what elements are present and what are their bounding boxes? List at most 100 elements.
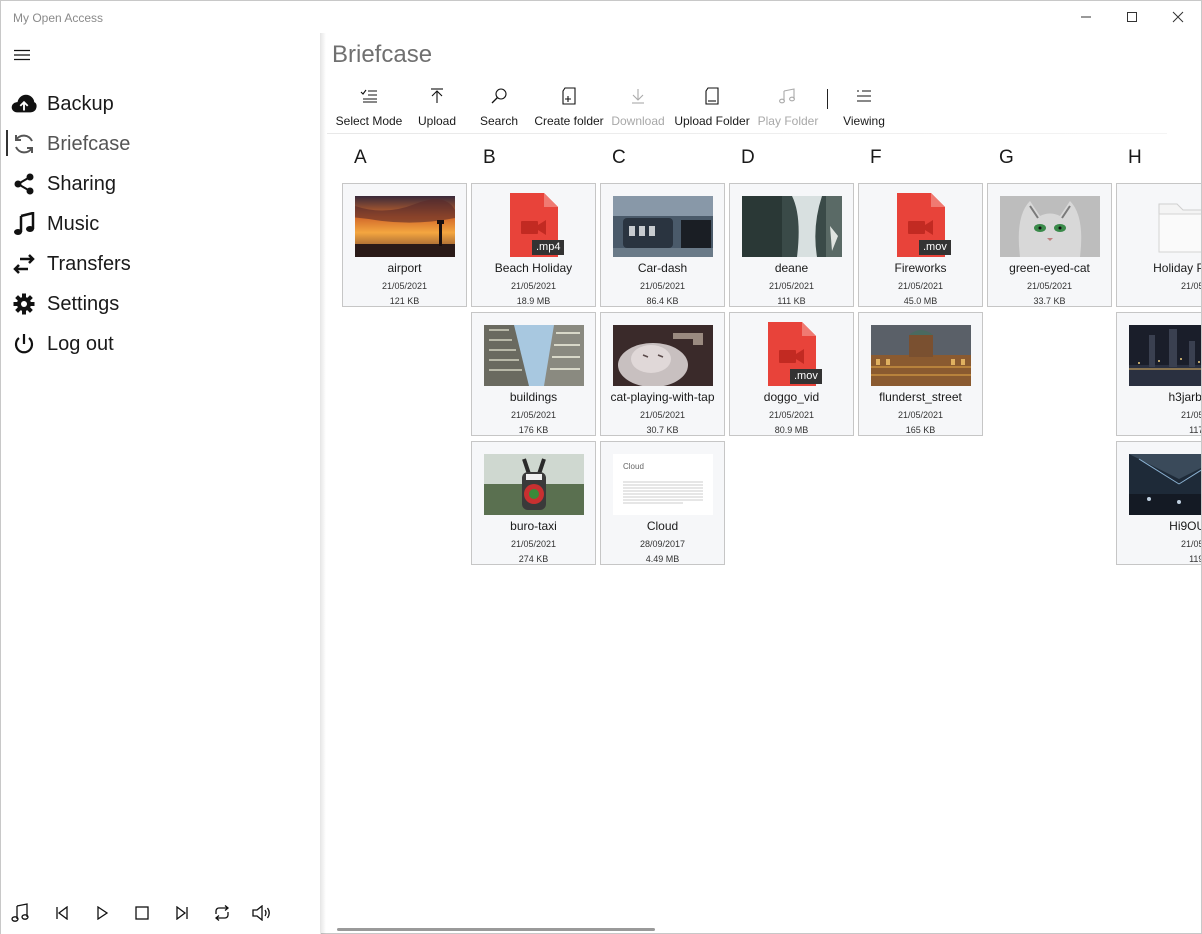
thumbnail-green-eyed-cat [1000, 196, 1100, 257]
checklist-icon [357, 85, 381, 107]
file-tile[interactable]: Cloud Cloud 28/09/2017 4.49 MB [600, 441, 725, 565]
horizontal-scrollbar[interactable] [337, 928, 655, 931]
group-header-c: C [612, 147, 626, 168]
next-button[interactable] [170, 901, 194, 925]
title-bar: My Open Access [1, 1, 1201, 33]
page-title: Briefcase [332, 41, 433, 68]
thumbnail-flunderst-street [871, 325, 971, 386]
file-extension-badge: .mov [790, 369, 822, 384]
toolbar: Select Mode Upload Search Create folder … [327, 83, 1201, 135]
close-button[interactable] [1155, 1, 1201, 33]
group-header-d: D [741, 147, 755, 168]
sidebar-item-music[interactable]: Music [1, 204, 321, 244]
maximize-icon [1127, 12, 1137, 22]
viewing-button[interactable]: Viewing [839, 83, 889, 133]
file-tile[interactable]: .mp4 Beach Holiday 21/05/2021 18.9 MB [471, 183, 596, 307]
sidebar-item-label: Log out [47, 333, 114, 355]
file-extension-badge: .mov [919, 240, 951, 255]
list-view-icon [852, 85, 876, 107]
file-tile[interactable]: .mov doggo_vid 21/05/2021 80.9 MB [729, 312, 854, 436]
sidebar-item-label: Settings [47, 293, 120, 315]
file-tile[interactable]: buro-taxi 21/05/2021 274 KB [471, 441, 596, 565]
sidebar-item-label: Music [47, 213, 100, 235]
previous-icon [56, 906, 68, 920]
file-tile[interactable]: h3jarbNzlQ 21/05/2021 117 KB [1116, 312, 1201, 436]
thumbnail-cloud-document: Cloud [613, 454, 713, 515]
download-icon [626, 85, 650, 107]
maximize-button[interactable] [1109, 1, 1155, 33]
player-controls [1, 899, 321, 927]
file-tile[interactable]: .mov Fireworks 21/05/2021 45.0 MB [858, 183, 983, 307]
minimize-icon [1081, 16, 1091, 18]
share-icon [11, 172, 37, 196]
music-button[interactable] [10, 901, 34, 925]
file-extension-badge: .mp4 [532, 240, 565, 255]
upload-folder-icon [700, 85, 724, 107]
group-header-f: F [870, 147, 882, 168]
sidebar-item-transfers[interactable]: Transfers [1, 244, 321, 284]
volume-button[interactable] [250, 901, 274, 925]
select-mode-button[interactable]: Select Mode [335, 83, 403, 133]
file-tile[interactable]: green-eyed-cat 21/05/2021 33.7 KB [987, 183, 1112, 307]
play-folder-button[interactable]: Play Folder [757, 83, 819, 133]
menu-button[interactable] [7, 41, 37, 69]
file-tile[interactable]: Holiday Photos 21/05/2021 [1116, 183, 1201, 307]
stop-icon [135, 906, 149, 920]
create-folder-button[interactable]: Create folder [533, 83, 605, 133]
upload-button[interactable]: Upload [413, 83, 461, 133]
sidebar-item-settings[interactable]: Settings [1, 284, 321, 324]
upload-icon [425, 85, 449, 107]
file-tile[interactable]: airport 21/05/2021 121 KB [342, 183, 467, 307]
play-button[interactable] [90, 901, 114, 925]
sidebar-item-label: Backup [47, 93, 114, 115]
thumbnail-car-dash [613, 196, 713, 257]
music-note-icon [11, 212, 37, 236]
search-icon [487, 85, 511, 107]
minimize-button[interactable] [1063, 1, 1109, 33]
active-indicator [6, 130, 8, 156]
gear-icon [11, 292, 37, 316]
file-tile[interactable]: buildings 21/05/2021 176 KB [471, 312, 596, 436]
file-tile[interactable]: Hi9OUtty-J 21/05/2021 119 KB [1116, 441, 1201, 565]
group-header-g: G [999, 147, 1014, 168]
stop-button[interactable] [130, 901, 154, 925]
close-icon [1172, 11, 1184, 23]
thumbnail-h3jarbnzlq [1129, 325, 1201, 386]
sidebar-item-backup[interactable]: Backup [1, 84, 321, 124]
sidebar-item-sharing[interactable]: Sharing [1, 164, 321, 204]
app-title: My Open Access [13, 11, 104, 25]
group-header-a: A [354, 147, 367, 168]
thumbnail-buro-taxi [484, 454, 584, 515]
group-header-b: B [483, 147, 496, 168]
sidebar-item-label: Briefcase [47, 133, 131, 155]
file-tile[interactable]: deane 21/05/2021 111 KB [729, 183, 854, 307]
cloud-upload-icon [11, 92, 37, 116]
previous-button[interactable] [50, 901, 74, 925]
transfers-icon [11, 252, 37, 276]
sidebar-item-label: Transfers [47, 253, 131, 275]
volume-icon [252, 905, 270, 921]
search-button[interactable]: Search [475, 83, 523, 133]
power-icon [11, 332, 37, 356]
next-icon [176, 906, 188, 920]
repeat-icon [214, 905, 230, 921]
thumbnail-deane [742, 196, 842, 257]
file-tile[interactable]: flunderst_street 21/05/2021 165 KB [858, 312, 983, 436]
upload-folder-button[interactable]: Upload Folder [673, 83, 751, 133]
file-tile[interactable]: cat-playing-with-tap 21/05/2021 30.7 KB [600, 312, 725, 436]
main-content: Briefcase Select Mode Upload Search Crea… [327, 33, 1201, 934]
play-icon [97, 906, 109, 920]
group-header-h: H [1128, 147, 1142, 168]
sidebar-item-briefcase[interactable]: Briefcase [1, 124, 321, 164]
file-tile[interactable]: Car-dash 21/05/2021 86.4 KB [600, 183, 725, 307]
music-icon [11, 903, 29, 922]
toolbar-separator [827, 89, 828, 109]
download-button[interactable]: Download [610, 83, 666, 133]
thumbnail-hi9outty-j [1129, 454, 1201, 515]
sidebar-item-logout[interactable]: Log out [1, 324, 321, 364]
sidebar-item-label: Sharing [47, 173, 116, 195]
repeat-button[interactable] [210, 901, 234, 925]
thumbnail-buildings [484, 325, 584, 386]
music-notes-icon [776, 85, 800, 107]
sidebar-divider [320, 33, 326, 934]
